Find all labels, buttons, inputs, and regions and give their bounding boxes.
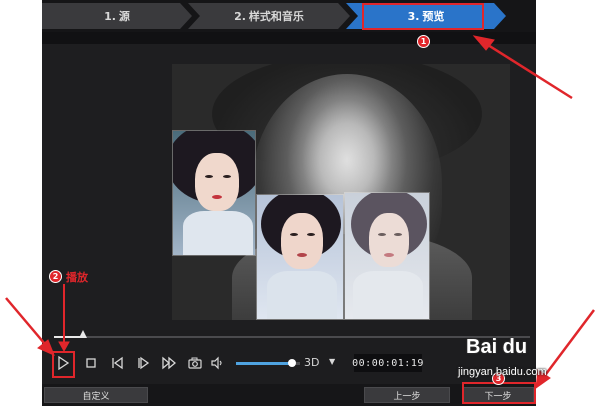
baidu-site-url: jingyan.baidu.com [458,366,547,378]
baidu-logo: Bai du [466,336,528,358]
baidu-watermark: Bai du jingyan.baidu.com [458,336,598,396]
